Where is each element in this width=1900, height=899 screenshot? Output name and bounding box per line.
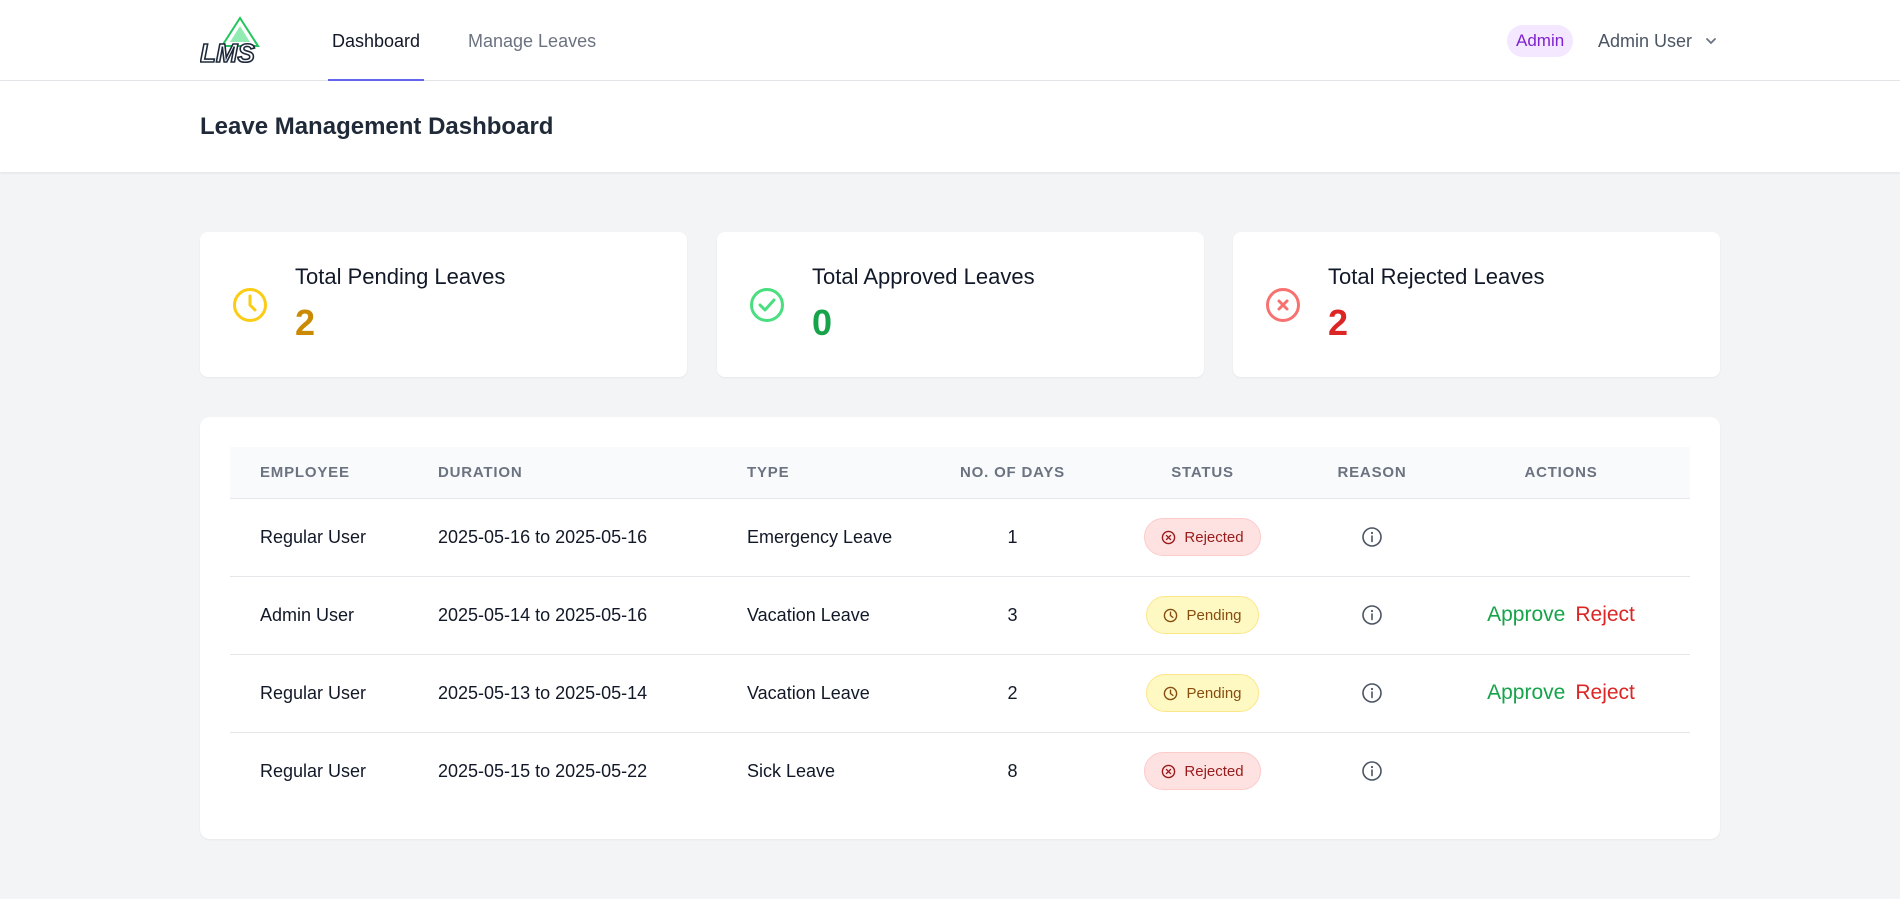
- info-icon[interactable]: [1361, 526, 1383, 548]
- cell-actions: Approve Reject: [1432, 576, 1690, 654]
- table-row: Regular User 2025-05-15 to 2025-05-22 Si…: [230, 732, 1690, 810]
- status-badge: Rejected: [1144, 752, 1261, 791]
- status-label: Pending: [1186, 606, 1242, 624]
- x-circle-icon: [1162, 530, 1176, 544]
- cell-days: 3: [1007, 604, 1018, 625]
- cell-reason: [1312, 654, 1432, 732]
- col-header-employee: EMPLOYEE: [230, 447, 408, 499]
- cell-days: 8: [1007, 760, 1018, 781]
- approve-button[interactable]: Approve: [1487, 681, 1565, 704]
- cell-employee: Regular User: [260, 760, 367, 781]
- status-label: Rejected: [1184, 528, 1244, 546]
- table-row: Regular User 2025-05-13 to 2025-05-14 Va…: [230, 654, 1690, 732]
- x-circle-icon: [1266, 288, 1300, 322]
- cell-type: Vacation Leave: [747, 604, 870, 625]
- status-label: Rejected: [1184, 762, 1244, 780]
- check-circle-icon: [750, 288, 784, 322]
- cell-status: Rejected: [1093, 732, 1312, 810]
- col-header-reason: REASON: [1312, 447, 1432, 499]
- col-header-duration: DURATION: [408, 447, 717, 499]
- x-circle-icon: [1162, 764, 1176, 779]
- stat-card-pending: Total Pending Leaves 2: [200, 232, 687, 377]
- cell-actions: Approve Reject: [1432, 654, 1690, 732]
- info-icon[interactable]: [1361, 682, 1383, 704]
- stat-card-approved: Total Approved Leaves 0: [717, 232, 1204, 377]
- role-badge: Admin: [1507, 25, 1574, 57]
- status-label: Pending: [1186, 684, 1242, 702]
- cell-actions: [1432, 732, 1690, 810]
- reject-button[interactable]: Reject: [1575, 603, 1635, 626]
- cell-employee: Regular User: [260, 526, 367, 547]
- clock-icon: [1164, 686, 1178, 700]
- nav-dashboard[interactable]: Dashboard: [328, 0, 425, 81]
- page-header: Leave Management Dashboard: [0, 81, 1900, 172]
- leaves-table: EMPLOYEE DURATION TYPE NO. OF DAYS STATU…: [230, 447, 1690, 810]
- top-navbar: LMS Dashboard Manage Leaves Admin Admin …: [0, 0, 1900, 81]
- status-badge: Pending: [1146, 674, 1259, 712]
- approve-button[interactable]: Approve: [1487, 603, 1565, 626]
- cell-actions: [1432, 498, 1690, 576]
- table-row: Admin User 2025-05-14 to 2025-05-16 Vaca…: [230, 576, 1690, 654]
- cell-status: Pending: [1093, 654, 1312, 732]
- cell-duration: 2025-05-15 to 2025-05-22: [438, 760, 648, 781]
- status-badge: Rejected: [1144, 518, 1261, 556]
- col-header-actions: ACTIONS: [1432, 447, 1690, 499]
- cell-reason: [1312, 732, 1432, 810]
- stat-card-rejected: Total Rejected Leaves 2: [1233, 232, 1720, 377]
- page-title: Leave Management Dashboard: [200, 113, 554, 140]
- col-header-type: TYPE: [717, 447, 932, 499]
- cell-duration: 2025-05-13 to 2025-05-14: [438, 682, 648, 703]
- chevron-down-icon: [1706, 38, 1716, 45]
- cell-type: Vacation Leave: [747, 682, 870, 703]
- leaves-table-card: EMPLOYEE DURATION TYPE NO. OF DAYS STATU…: [200, 417, 1720, 839]
- cell-employee: Admin User: [260, 604, 355, 625]
- col-header-status: STATUS: [1093, 447, 1312, 499]
- table-row: Regular User 2025-05-16 to 2025-05-16 Em…: [230, 498, 1690, 576]
- cell-duration: 2025-05-14 to 2025-05-16: [438, 604, 648, 625]
- cell-type: Emergency Leave: [747, 526, 893, 547]
- table-header-row: EMPLOYEE DURATION TYPE NO. OF DAYS STATU…: [230, 447, 1690, 499]
- stat-value: 2: [1328, 302, 1349, 343]
- clock-icon: [1164, 608, 1178, 622]
- stat-label: Total Approved Leaves: [812, 264, 1035, 289]
- cell-status: Pending: [1093, 576, 1312, 654]
- cell-reason: [1312, 498, 1432, 576]
- stat-label: Total Pending Leaves: [295, 264, 506, 289]
- clock-icon: [233, 288, 267, 322]
- stat-value: 0: [812, 302, 833, 343]
- info-icon[interactable]: [1361, 604, 1383, 626]
- stat-label: Total Rejected Leaves: [1328, 264, 1545, 289]
- cell-duration: 2025-05-16 to 2025-05-16: [438, 526, 648, 547]
- nav-manage-leaves[interactable]: Manage Leaves: [464, 0, 600, 81]
- logo-text: LMS: [200, 38, 256, 66]
- cell-type: Sick Leave: [747, 760, 836, 781]
- user-menu-dropdown[interactable]: Admin User: [1598, 25, 1718, 57]
- info-icon[interactable]: [1361, 760, 1383, 782]
- stat-value: 2: [295, 302, 316, 343]
- lms-logo[interactable]: LMS: [200, 16, 280, 66]
- cell-days: 2: [1007, 682, 1018, 703]
- reject-button[interactable]: Reject: [1575, 681, 1635, 704]
- col-header-days: NO. OF DAYS: [932, 447, 1093, 499]
- status-badge: Pending: [1146, 596, 1259, 634]
- cell-reason: [1312, 576, 1432, 654]
- cell-status: Rejected: [1093, 498, 1312, 576]
- cell-employee: Regular User: [260, 682, 367, 703]
- cell-days: 1: [1007, 526, 1018, 547]
- user-name: Admin User: [1598, 31, 1693, 51]
